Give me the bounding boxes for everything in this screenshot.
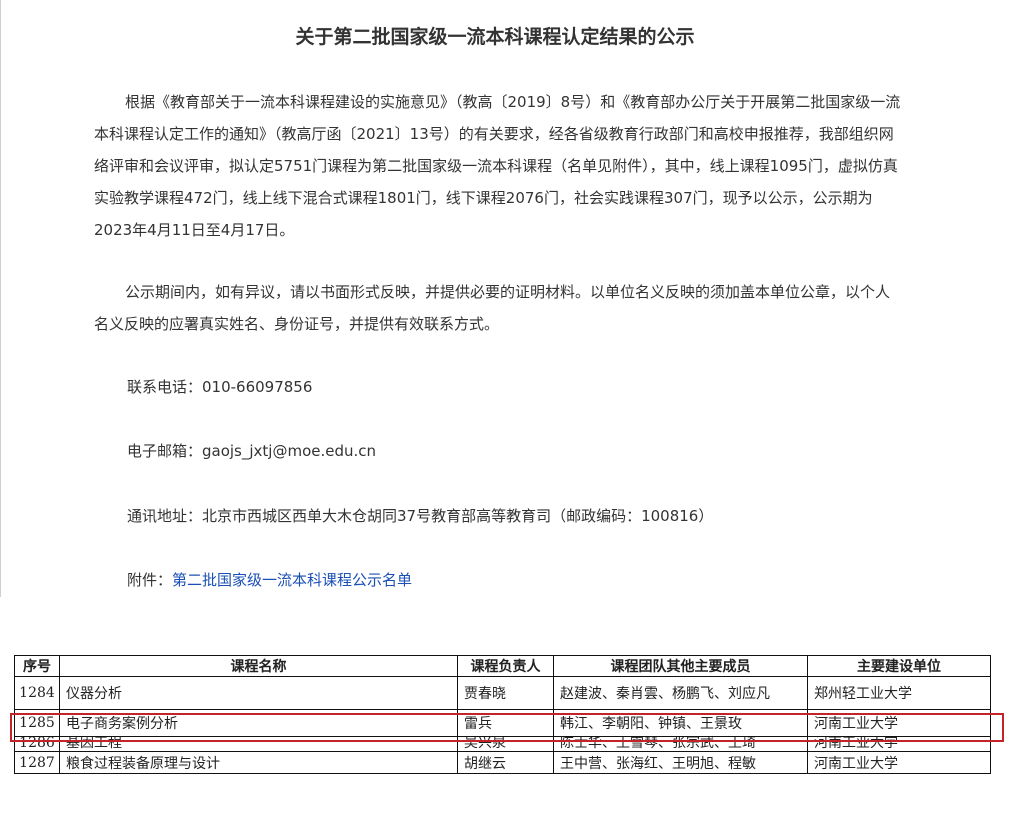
attachment-label: 附件： [127, 571, 173, 589]
paragraph-requirements: 根据《教育部关于一流本科课程建设的实施意见》（教高〔2019〕8号）和《教育部办… [94, 86, 904, 246]
table-row: 1284 仪器分析 贾春晓 赵建波、秦肖雲、杨鹏飞、刘应凡 郑州轻工业大学 [14, 676, 991, 710]
cell-course-name: 仪器分析 [59, 676, 458, 710]
left-border [0, 0, 1, 597]
notice-page: 关于第二批国家级一流本科课程认定结果的公示 根据《教育部关于一流本科课程建设的实… [0, 0, 1021, 814]
cell-leader: 贾春晓 [457, 676, 554, 710]
header-serial: 序号 [14, 655, 60, 677]
attachment-link[interactable]: 第二批国家级一流本科课程公示名单 [172, 571, 412, 589]
cell-institution: 河南工业大学 [807, 751, 991, 774]
page-title: 关于第二批国家级一流本科课程认定结果的公示 [295, 26, 695, 48]
cell-leader: 胡继云 [457, 751, 554, 774]
header-team-members: 课程团队其他主要成员 [553, 655, 808, 677]
paragraph-objection: 公示期间内，如有异议，请以书面形式反映，并提供必要的证明材料。以单位名义反映的须… [94, 276, 904, 340]
contact-email: 电子邮箱：gaojs_jxtj@moe.edu.cn [127, 442, 377, 460]
header-institution: 主要建设单位 [807, 655, 991, 677]
cell-serial: 1284 [14, 676, 60, 710]
header-course-name: 课程名称 [59, 655, 458, 677]
contact-address: 通讯地址：北京市西城区西单大木仓胡同37号教育部高等教育司（邮政编码：10081… [127, 507, 714, 525]
cell-course-name: 粮食过程装备原理与设计 [59, 751, 458, 774]
table-header-row: 序号 课程名称 课程负责人 课程团队其他主要成员 主要建设单位 [14, 655, 991, 677]
paragraph-objection-text: 公示期间内，如有异议，请以书面形式反映，并提供必要的证明材料。以单位名义反映的须… [94, 283, 891, 333]
table-row: 1287 粮食过程装备原理与设计 胡继云 王中营、张海红、王明旭、程敏 河南工业… [14, 751, 991, 774]
cell-serial: 1287 [14, 751, 60, 774]
cell-team-members: 赵建波、秦肖雲、杨鹏飞、刘应凡 [553, 676, 808, 710]
highlight-box [10, 713, 1004, 742]
contact-phone: 联系电话：010-66097856 [127, 378, 313, 396]
attachment-line: 附件：第二批国家级一流本科课程公示名单 [127, 569, 412, 590]
paragraph-requirements-text: 根据《教育部关于一流本科课程建设的实施意见》（教高〔2019〕8号）和《教育部办… [94, 93, 901, 239]
cell-institution: 郑州轻工业大学 [807, 676, 991, 710]
cell-team-members: 王中营、张海红、王明旭、程敏 [553, 751, 808, 774]
header-leader: 课程负责人 [457, 655, 554, 677]
